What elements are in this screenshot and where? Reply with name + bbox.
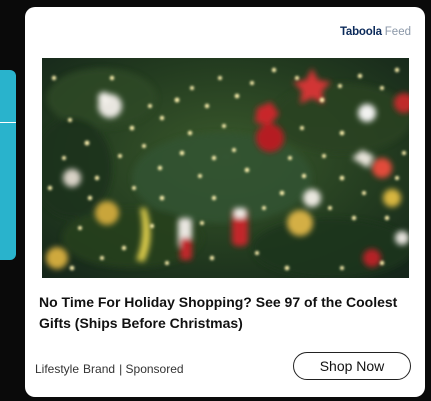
brand-name: Taboola xyxy=(339,26,382,38)
ad-card[interactable]: Taboola Feed No Time For Holiday Shoppin… xyxy=(25,7,425,397)
taboola-feed-logo[interactable]: Taboola Feed xyxy=(340,26,411,44)
background-divider xyxy=(0,122,16,123)
christmas-tree-image xyxy=(42,58,409,278)
shop-now-button[interactable]: Shop Now xyxy=(293,352,411,380)
ad-category: Lifestyle xyxy=(35,362,80,376)
ad-meta: Lifestyle Brand | Sponsored xyxy=(35,362,184,376)
background-page-panel xyxy=(0,70,16,260)
ad-image[interactable] xyxy=(42,58,409,278)
ad-advertiser[interactable]: Brand xyxy=(83,362,115,376)
brand-feed-label: Feed xyxy=(384,26,411,38)
sponsored-label: | Sponsored xyxy=(119,362,184,376)
ad-headline[interactable]: No Time For Holiday Shopping? See 97 of … xyxy=(39,292,409,334)
